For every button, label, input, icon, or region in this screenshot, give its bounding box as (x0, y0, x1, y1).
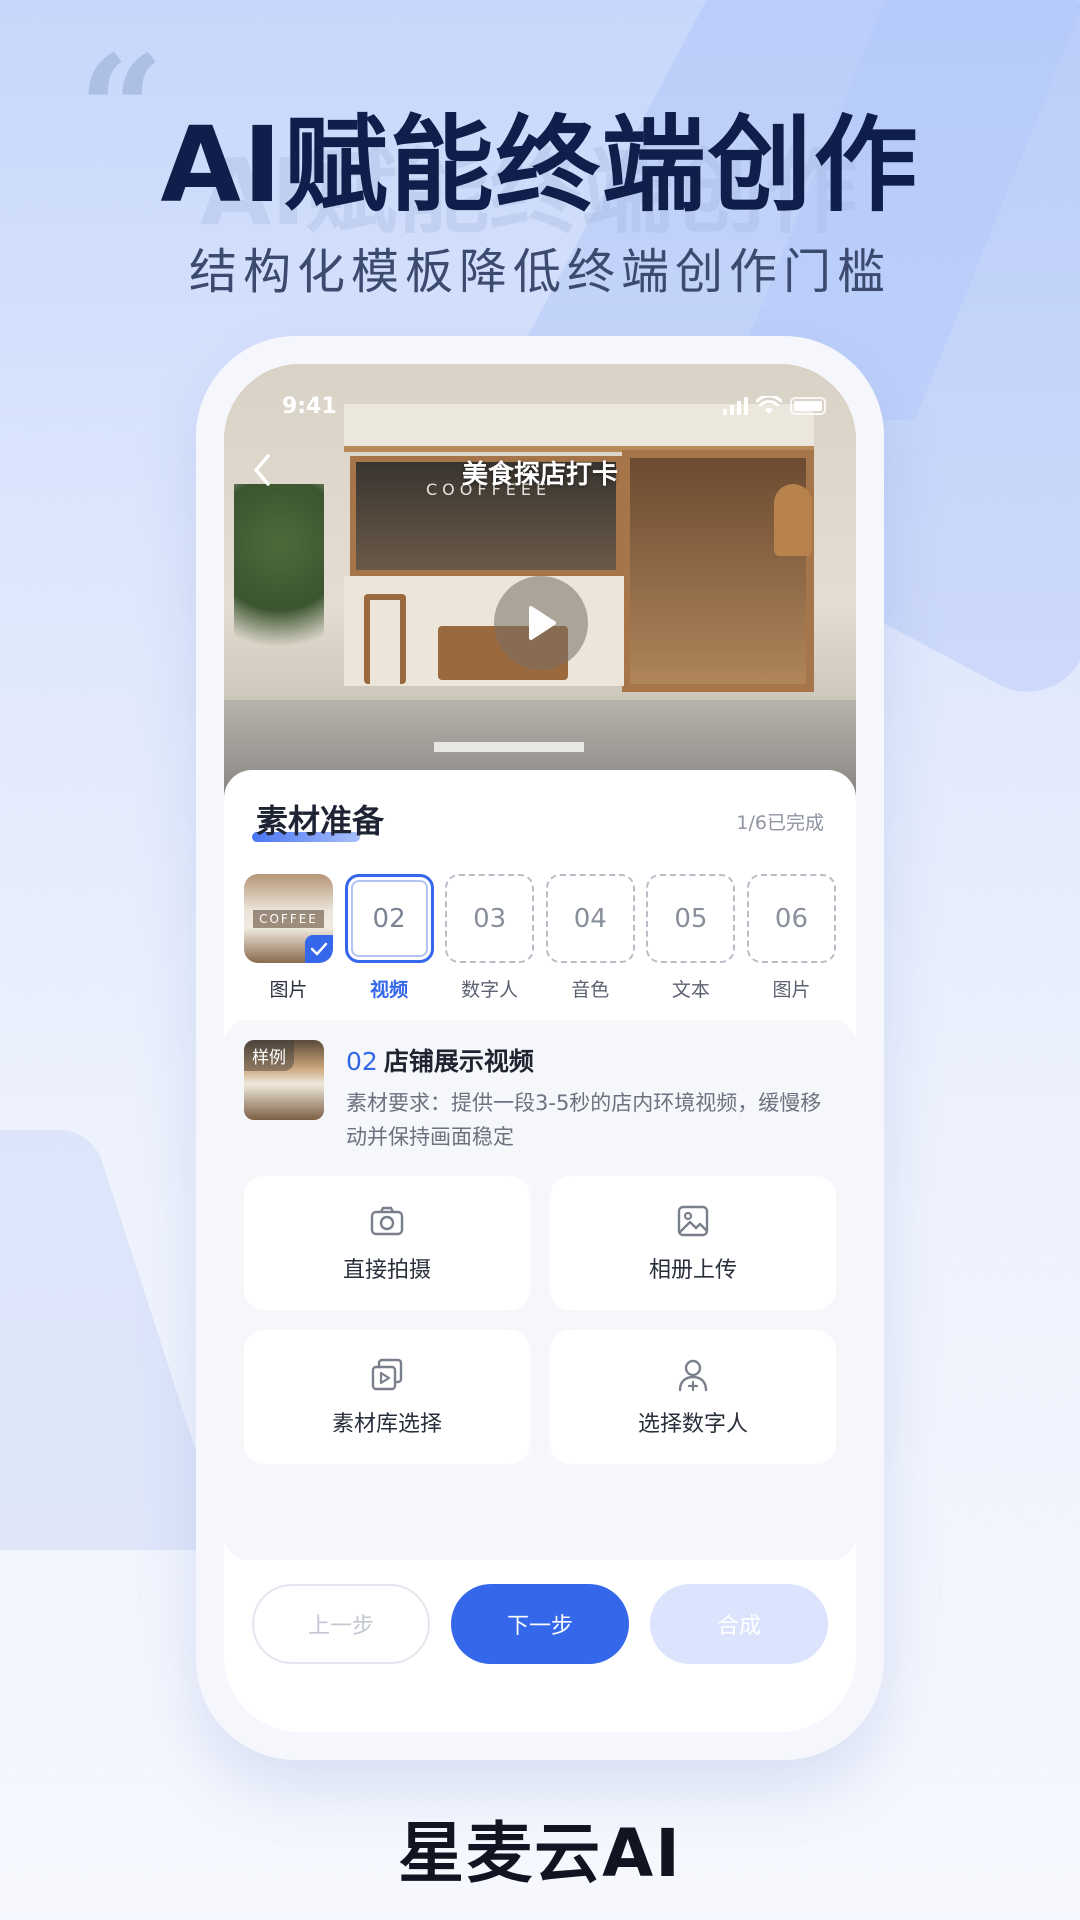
step-list: COFFEE 图片 02 视频 03 数字人 04 音色 05 文本 06 图片 (244, 874, 836, 1002)
thumbnail-text: COFFEE (253, 909, 324, 928)
play-icon (529, 606, 556, 640)
step-item-video[interactable]: 02 视频 (344, 874, 434, 1002)
requirement-card: 样例 02 店铺展示视频 素材要求：提供一段3-5秒的店内环境视频，缓慢移动并保持… (224, 1020, 856, 1560)
next-step-button[interactable]: 下一步 (451, 1584, 629, 1664)
card-number: 02 (346, 1047, 378, 1076)
step-label: 视频 (370, 979, 409, 1001)
step-item-image[interactable]: COFFEE 图片 (244, 874, 333, 1002)
step-label: 图片 (269, 979, 308, 1001)
shoot-directly-button[interactable]: 直接拍摄 (244, 1176, 530, 1310)
panel-title: 素材准备 (256, 802, 385, 840)
step-item-text[interactable]: 05 文本 (646, 874, 736, 1002)
signal-icon (723, 397, 748, 415)
progress-text: 1/6已完成 (736, 812, 824, 834)
action-grid: 直接拍摄 相册上传 素材库选择 选择数字人 (244, 1176, 836, 1464)
select-digital-human-button[interactable]: 选择数字人 (550, 1330, 836, 1464)
play-button[interactable] (494, 576, 588, 670)
sample-thumbnail[interactable]: 样例 (244, 1040, 324, 1120)
wifi-icon (756, 396, 782, 414)
step-item-digital-human[interactable]: 03 数字人 (445, 874, 535, 1002)
brand-logo: 星麦云AI (398, 1815, 682, 1892)
subheadline: 结构化模板降低终端创作门槛 (188, 244, 891, 300)
step-box[interactable]: 05 (646, 874, 736, 963)
library-icon (371, 1358, 403, 1391)
headline: AI赋能终端创作 (160, 104, 920, 226)
step-box[interactable]: 06 (746, 874, 836, 963)
video-title: 美食探店打卡 (461, 460, 618, 490)
step-item-voice[interactable]: 04 音色 (545, 874, 635, 1002)
person-icon (678, 1359, 708, 1392)
phone-mockup: COOFFEEE 9:41 美食探店打卡 素材准备 1/6已完成 COFFEE … (196, 336, 884, 1760)
status-icons (723, 396, 826, 416)
step-label: 数字人 (461, 979, 519, 1001)
action-label: 选择数字人 (637, 1412, 748, 1437)
card-title-text: 店铺展示视频 (383, 1047, 534, 1076)
image-icon (677, 1205, 709, 1237)
card-title: 02 店铺展示视频 (346, 1042, 534, 1078)
video-preview[interactable]: COOFFEEE 9:41 美食探店打卡 (224, 364, 856, 804)
battery-icon (790, 397, 826, 415)
compose-button[interactable]: 合成 (650, 1584, 828, 1664)
step-box[interactable]: 02 (344, 874, 434, 963)
card-description: 素材要求：提供一段3-5秒的店内环境视频，缓慢移动并保持画面稳定 (346, 1091, 822, 1149)
sample-tag: 样例 (244, 1040, 294, 1071)
album-upload-button[interactable]: 相册上传 (550, 1176, 836, 1310)
library-select-button[interactable]: 素材库选择 (244, 1330, 530, 1464)
step-label: 文本 (671, 979, 710, 1001)
background-shape (0, 1130, 229, 1550)
step-box[interactable]: 03 (445, 874, 535, 963)
check-icon (305, 935, 333, 963)
status-time: 9:41 (282, 394, 337, 419)
action-label: 素材库选择 (331, 1412, 442, 1437)
action-label: 直接拍摄 (342, 1258, 431, 1283)
step-label: 音色 (571, 979, 610, 1001)
camera-icon (370, 1206, 404, 1236)
bottom-action-bar: 上一步 下一步 合成 (224, 1560, 856, 1732)
action-label: 相册上传 (648, 1258, 737, 1283)
step-box[interactable]: 04 (545, 874, 635, 963)
previous-step-button[interactable]: 上一步 (252, 1584, 430, 1664)
phone-screen: COOFFEEE 9:41 美食探店打卡 素材准备 1/6已完成 COFFEE … (224, 364, 856, 1732)
step-thumbnail[interactable]: COFFEE (244, 874, 333, 963)
step-label: 图片 (772, 979, 811, 1001)
step-item-image-2[interactable]: 06 图片 (746, 874, 836, 1002)
